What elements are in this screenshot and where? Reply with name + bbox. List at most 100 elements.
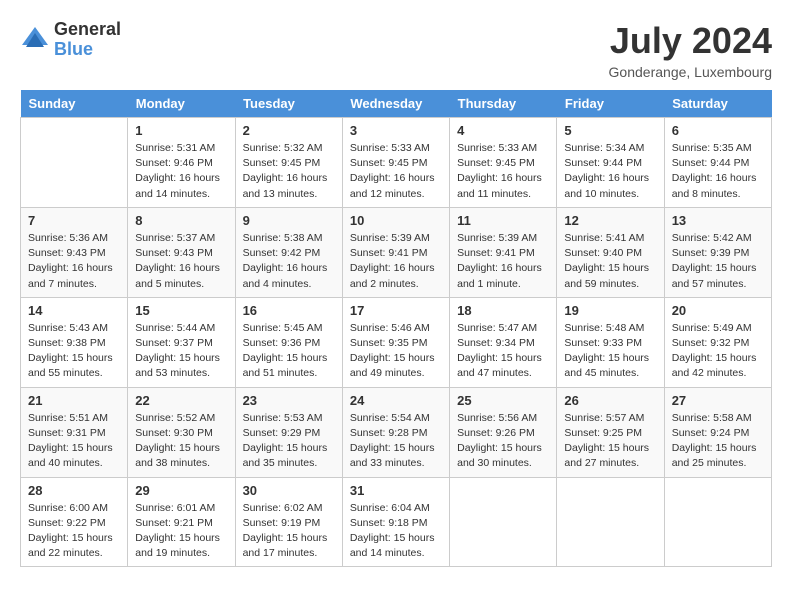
calendar-table: SundayMondayTuesdayWednesdayThursdayFrid… [20,90,772,567]
calendar-cell: 30 Sunrise: 6:02 AMSunset: 9:19 PMDayligh… [235,477,342,567]
logo: General Blue [20,20,121,60]
header-tuesday: Tuesday [235,90,342,118]
calendar-cell: 18 Sunrise: 5:47 AMSunset: 9:34 PMDayligh… [450,297,557,387]
day-info: Sunrise: 5:38 AMSunset: 9:42 PMDaylight:… [243,231,335,292]
day-number: 23 [243,393,335,408]
day-info: Sunrise: 5:54 AMSunset: 9:28 PMDaylight:… [350,411,442,472]
day-number: 14 [28,303,120,318]
title-area: July 2024 Gonderange, Luxembourg [609,20,772,80]
day-info: Sunrise: 5:36 AMSunset: 9:43 PMDaylight:… [28,231,120,292]
logo-text: General Blue [54,20,121,60]
calendar-cell: 16 Sunrise: 5:45 AMSunset: 9:36 PMDayligh… [235,297,342,387]
calendar-cell: 26Sunrise: 5:57 AMSunset: 9:25 PMDayligh… [557,387,664,477]
day-info: Sunrise: 5:39 AMSunset: 9:41 PMDaylight:… [350,231,442,292]
calendar-cell: 1 Sunrise: 5:31 AMSunset: 9:46 PMDaylight… [128,118,235,208]
day-number: 15 [135,303,227,318]
calendar-cell: 28 Sunrise: 6:00 AMSunset: 9:22 PMDayligh… [21,477,128,567]
calendar-cell: 15 Sunrise: 5:44 AMSunset: 9:37 PMDayligh… [128,297,235,387]
header-thursday: Thursday [450,90,557,118]
day-number: 12 [564,213,656,228]
calendar-cell: 22 Sunrise: 5:52 AMSunset: 9:30 PMDayligh… [128,387,235,477]
day-number: 2 [243,123,335,138]
calendar-cell: 9 Sunrise: 5:38 AMSunset: 9:42 PMDaylight… [235,207,342,297]
day-number: 31 [350,483,442,498]
day-info: Sunrise: 5:46 AMSunset: 9:35 PMDaylight:… [350,321,442,382]
day-number: 5 [564,123,656,138]
day-number: 21 [28,393,120,408]
calendar-week-4: 21 Sunrise: 5:51 AMSunset: 9:31 PMDayligh… [21,387,772,477]
day-info: Sunrise: 5:56 AMSunset: 9:26 PMDaylight:… [457,411,549,472]
calendar-cell: 21 Sunrise: 5:51 AMSunset: 9:31 PMDayligh… [21,387,128,477]
calendar-cell: 7 Sunrise: 5:36 AMSunset: 9:43 PMDaylight… [21,207,128,297]
day-info: Sunrise: 5:48 AMSunset: 9:33 PMDaylight:… [564,321,656,382]
day-number: 3 [350,123,442,138]
day-info: Sunrise: 5:35 AMSunset: 9:44 PMDaylight:… [672,141,764,202]
month-title: July 2024 [609,20,772,62]
day-info: Sunrise: 5:47 AMSunset: 9:34 PMDaylight:… [457,321,549,382]
day-info: Sunrise: 5:52 AMSunset: 9:30 PMDaylight:… [135,411,227,472]
day-info: Sunrise: 5:51 AMSunset: 9:31 PMDaylight:… [28,411,120,472]
calendar-week-2: 7 Sunrise: 5:36 AMSunset: 9:43 PMDaylight… [21,207,772,297]
calendar-cell [21,118,128,208]
day-info: Sunrise: 5:57 AMSunset: 9:25 PMDaylight:… [564,411,656,472]
day-number: 19 [564,303,656,318]
header-saturday: Saturday [664,90,771,118]
calendar-cell [557,477,664,567]
day-number: 28 [28,483,120,498]
day-number: 1 [135,123,227,138]
day-number: 22 [135,393,227,408]
calendar-cell: 5Sunrise: 5:34 AMSunset: 9:44 PMDaylight… [557,118,664,208]
day-info: Sunrise: 6:02 AMSunset: 9:19 PMDaylight:… [243,501,335,562]
calendar-cell: 3 Sunrise: 5:33 AMSunset: 9:45 PMDaylight… [342,118,449,208]
calendar-cell: 4Sunrise: 5:33 AMSunset: 9:45 PMDaylight… [450,118,557,208]
calendar-week-3: 14 Sunrise: 5:43 AMSunset: 9:38 PMDayligh… [21,297,772,387]
day-info: Sunrise: 5:31 AMSunset: 9:46 PMDaylight:… [135,141,227,202]
location-text: Gonderange, Luxembourg [609,64,772,80]
logo-general-text: General [54,20,121,40]
header-monday: Monday [128,90,235,118]
calendar-cell: 19 Sunrise: 5:48 AMSunset: 9:33 PMDayligh… [557,297,664,387]
day-number: 25 [457,393,549,408]
day-number: 13 [672,213,764,228]
day-info: Sunrise: 5:43 AMSunset: 9:38 PMDaylight:… [28,321,120,382]
day-number: 16 [243,303,335,318]
day-number: 24 [350,393,442,408]
day-number: 9 [243,213,335,228]
calendar-cell: 27Sunrise: 5:58 AMSunset: 9:24 PMDayligh… [664,387,771,477]
day-number: 8 [135,213,227,228]
calendar-cell: 14 Sunrise: 5:43 AMSunset: 9:38 PMDayligh… [21,297,128,387]
day-info: Sunrise: 5:33 AMSunset: 9:45 PMDaylight:… [350,141,442,202]
logo-icon [20,25,50,55]
calendar-cell: 17 Sunrise: 5:46 AMSunset: 9:35 PMDayligh… [342,297,449,387]
day-info: Sunrise: 5:32 AMSunset: 9:45 PMDaylight:… [243,141,335,202]
day-info: Sunrise: 5:45 AMSunset: 9:36 PMDaylight:… [243,321,335,382]
day-info: Sunrise: 5:39 AMSunset: 9:41 PMDaylight:… [457,231,549,292]
day-number: 7 [28,213,120,228]
day-number: 30 [243,483,335,498]
day-info: Sunrise: 5:53 AMSunset: 9:29 PMDaylight:… [243,411,335,472]
calendar-cell: 11 Sunrise: 5:39 AMSunset: 9:41 PMDayligh… [450,207,557,297]
calendar-week-1: 1 Sunrise: 5:31 AMSunset: 9:46 PMDaylight… [21,118,772,208]
day-info: Sunrise: 6:04 AMSunset: 9:18 PMDaylight:… [350,501,442,562]
day-number: 11 [457,213,549,228]
day-info: Sunrise: 5:33 AMSunset: 9:45 PMDaylight:… [457,141,549,202]
calendar-cell: 13Sunrise: 5:42 AMSunset: 9:39 PMDayligh… [664,207,771,297]
header-sunday: Sunday [21,90,128,118]
calendar-cell: 23 Sunrise: 5:53 AMSunset: 9:29 PMDayligh… [235,387,342,477]
calendar-cell [664,477,771,567]
day-number: 18 [457,303,549,318]
calendar-cell: 10 Sunrise: 5:39 AMSunset: 9:41 PMDayligh… [342,207,449,297]
day-info: Sunrise: 5:41 AMSunset: 9:40 PMDaylight:… [564,231,656,292]
day-info: Sunrise: 5:58 AMSunset: 9:24 PMDaylight:… [672,411,764,472]
day-number: 10 [350,213,442,228]
day-info: Sunrise: 5:49 AMSunset: 9:32 PMDaylight:… [672,321,764,382]
day-number: 17 [350,303,442,318]
calendar-header-row: SundayMondayTuesdayWednesdayThursdayFrid… [21,90,772,118]
day-info: Sunrise: 6:00 AMSunset: 9:22 PMDaylight:… [28,501,120,562]
day-number: 6 [672,123,764,138]
calendar-cell: 31 Sunrise: 6:04 AMSunset: 9:18 PMDayligh… [342,477,449,567]
calendar-cell [450,477,557,567]
calendar-cell: 8Sunrise: 5:37 AMSunset: 9:43 PMDaylight… [128,207,235,297]
calendar-week-5: 28 Sunrise: 6:00 AMSunset: 9:22 PMDayligh… [21,477,772,567]
day-info: Sunrise: 5:44 AMSunset: 9:37 PMDaylight:… [135,321,227,382]
